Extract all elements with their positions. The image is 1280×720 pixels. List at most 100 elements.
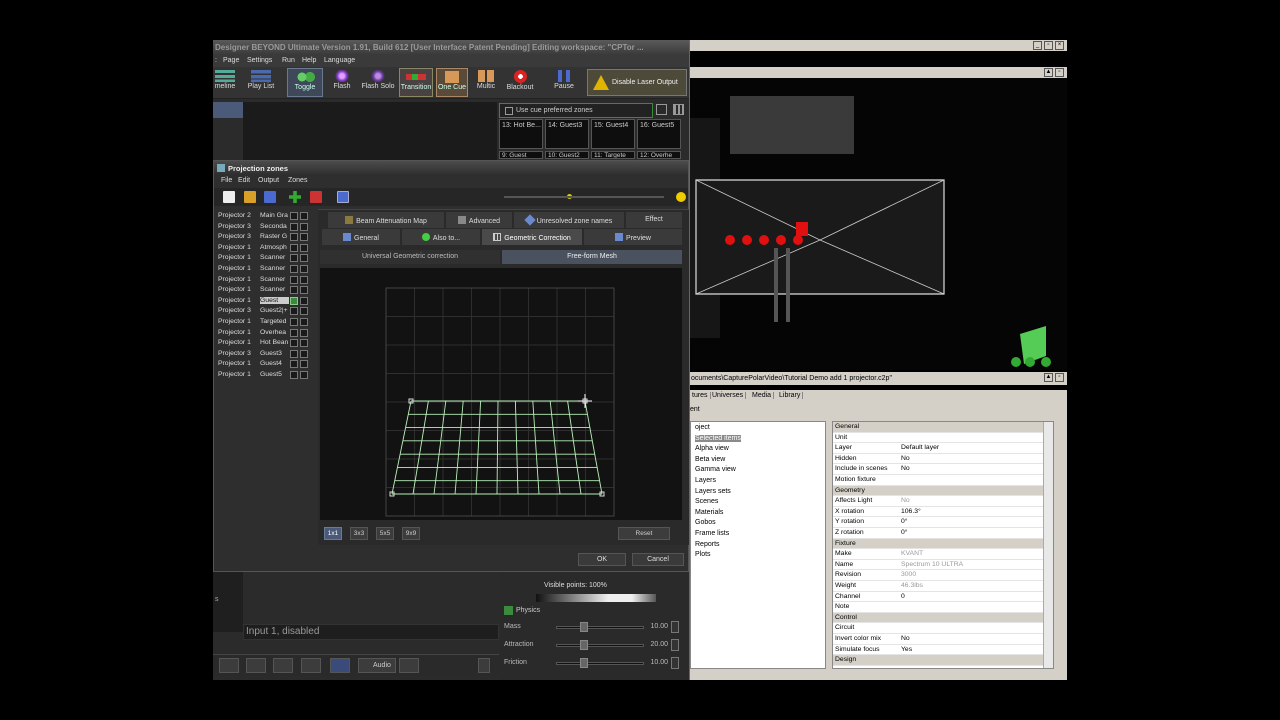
display-icon[interactable]: [301, 658, 321, 673]
disable-laser-output-button[interactable]: Disable Laser Output: [587, 69, 687, 96]
cue-cell[interactable]: 15: Guest4: [591, 119, 635, 149]
property-category[interactable]: Geometry: [833, 485, 1043, 497]
tree-item[interactable]: oject: [695, 424, 710, 431]
property-value[interactable]: 0: [901, 593, 905, 600]
subtab-universal-geometric[interactable]: Universal Geometric correction: [320, 250, 500, 264]
audio-button[interactable]: Audio: [358, 658, 396, 673]
zone-option-checkbox[interactable]: [300, 265, 308, 273]
property-scrollbar[interactable]: [1043, 422, 1053, 668]
tree-item[interactable]: Layers: [695, 477, 716, 484]
pause-button[interactable]: Pause: [549, 68, 579, 97]
tab-media[interactable]: Media: [750, 392, 775, 399]
cue-cell[interactable]: 13: Hot Be...: [499, 119, 543, 149]
add-zone-icon[interactable]: [289, 191, 301, 203]
attraction-track[interactable]: [556, 644, 644, 647]
settings-icon[interactable]: [399, 658, 419, 673]
zone-row[interactable]: Projector 3 Guest3: [217, 349, 312, 359]
rotate-icon[interactable]: [1041, 357, 1051, 367]
zone-option-checkbox[interactable]: [300, 328, 308, 337]
property-value[interactable]: 46.3lbs: [901, 582, 923, 589]
property-row[interactable]: Revision 3000: [833, 570, 1043, 581]
cue-cell[interactable]: 16: Guest5: [637, 119, 681, 149]
tab-effect[interactable]: Effect: [626, 212, 682, 228]
property-row[interactable]: Channel 0: [833, 592, 1043, 603]
cue-cell[interactable]: 10: Guest2: [545, 151, 589, 159]
one-cue-button[interactable]: One Cue: [436, 68, 468, 97]
maximize-view-icon[interactable]: ▲: [1044, 68, 1053, 77]
menu-language[interactable]: Language: [324, 57, 355, 64]
laser-projector[interactable]: [796, 222, 808, 236]
zone-enable-checkbox[interactable]: [290, 307, 298, 316]
physics-checkbox[interactable]: [504, 606, 513, 615]
toggle-button[interactable]: Toggle: [287, 68, 323, 97]
flash-button[interactable]: Flash: [327, 68, 357, 97]
zone-enable-checkbox[interactable]: [290, 222, 298, 231]
close-icon[interactable]: ×: [1055, 41, 1064, 50]
zone-row[interactable]: Projector 1 Guest4: [217, 359, 312, 369]
property-row[interactable]: Make KVANT: [833, 549, 1043, 560]
zone-row[interactable]: Projector 1 Scanner: [217, 253, 312, 263]
mass-track[interactable]: [556, 626, 644, 629]
tree-item[interactable]: Reports: [695, 541, 720, 548]
zone-option-checkbox[interactable]: [300, 233, 308, 242]
visible-points-bar[interactable]: [536, 594, 656, 602]
cue-cell[interactable]: 11: Targete: [591, 151, 635, 159]
zone-row[interactable]: Projector 3 Raster G: [217, 232, 312, 242]
menu-run[interactable]: Run: [282, 57, 295, 64]
zone-enable-checkbox[interactable]: [290, 339, 298, 348]
grid-3x3-button[interactable]: 3x3: [350, 527, 368, 540]
chevron-up-icon[interactable]: [478, 658, 490, 673]
zone-enable-checkbox[interactable]: [290, 318, 298, 326]
property-value[interactable]: KVANT: [901, 550, 923, 557]
cue-cell[interactable]: 9: Guest: [499, 151, 543, 159]
zone-option-checkbox[interactable]: [300, 212, 308, 220]
window-icon[interactable]: [656, 104, 667, 115]
property-row[interactable]: Hidden No: [833, 454, 1043, 465]
tree-item[interactable]: Materials: [695, 509, 723, 516]
property-row[interactable]: X rotation 106.3°: [833, 507, 1043, 518]
pan-icon[interactable]: [1025, 357, 1035, 367]
property-row[interactable]: Unit: [833, 433, 1043, 444]
timeline-button[interactable]: meline: [213, 68, 237, 97]
zone-option-checkbox[interactable]: [300, 349, 308, 358]
brightness-slider[interactable]: [504, 196, 664, 198]
grid-1x1-button[interactable]: 1x1: [324, 527, 342, 540]
open-folder-icon[interactable]: [244, 191, 256, 203]
zone-row[interactable]: Projector 1 Scanner: [217, 285, 312, 295]
transition-button[interactable]: Transition: [399, 68, 433, 97]
property-value[interactable]: No: [901, 465, 910, 472]
property-row[interactable]: Layer Default layer: [833, 443, 1043, 454]
cue-cell[interactable]: 14: Guest3: [545, 119, 589, 149]
zone-option-checkbox[interactable]: [300, 243, 308, 252]
laser-icon[interactable]: [793, 235, 803, 245]
ok-button[interactable]: OK: [578, 553, 626, 566]
playlist-button[interactable]: Play List: [245, 68, 277, 97]
subtab-free-form-mesh[interactable]: Free-form Mesh: [502, 250, 682, 264]
pz-menu-file[interactable]: File: [221, 177, 232, 184]
friction-slider[interactable]: Friction 10.00: [500, 656, 688, 670]
tree-item[interactable]: Selected items: [695, 434, 741, 442]
cue-preferred-zones-checkbox[interactable]: Use cue preferred zones: [499, 103, 653, 118]
tree-item[interactable]: Scenes: [695, 498, 718, 505]
friction-spinner[interactable]: [671, 657, 679, 669]
property-value[interactable]: No: [901, 455, 910, 462]
property-row[interactable]: Simulate focus Yes: [833, 645, 1043, 656]
tab-library[interactable]: Library: [777, 392, 804, 399]
attraction-thumb[interactable]: [580, 640, 588, 650]
menu-edge[interactable]: :: [215, 57, 217, 64]
pz-menu-zones[interactable]: Zones: [288, 177, 307, 184]
tree-item[interactable]: Gamma view: [695, 466, 736, 473]
grid-icon[interactable]: [330, 658, 350, 673]
tab-fixtures[interactable]: tures: [690, 392, 711, 399]
checkbox-box[interactable]: [505, 107, 513, 115]
tab-universes[interactable]: Universes: [710, 392, 747, 399]
reset-button[interactable]: Reset: [618, 527, 670, 540]
property-value[interactable]: No: [901, 635, 910, 642]
zone-row[interactable]: Projector 3 Seconda: [217, 222, 312, 232]
zone-enable-checkbox[interactable]: [290, 243, 298, 252]
zone-enable-checkbox[interactable]: [290, 212, 298, 220]
property-row[interactable]: Z rotation 0°: [833, 528, 1043, 539]
zone-option-checkbox[interactable]: [300, 339, 308, 348]
tree-item[interactable]: Layers sets: [695, 488, 731, 495]
zone-enable-checkbox[interactable]: [290, 360, 298, 369]
